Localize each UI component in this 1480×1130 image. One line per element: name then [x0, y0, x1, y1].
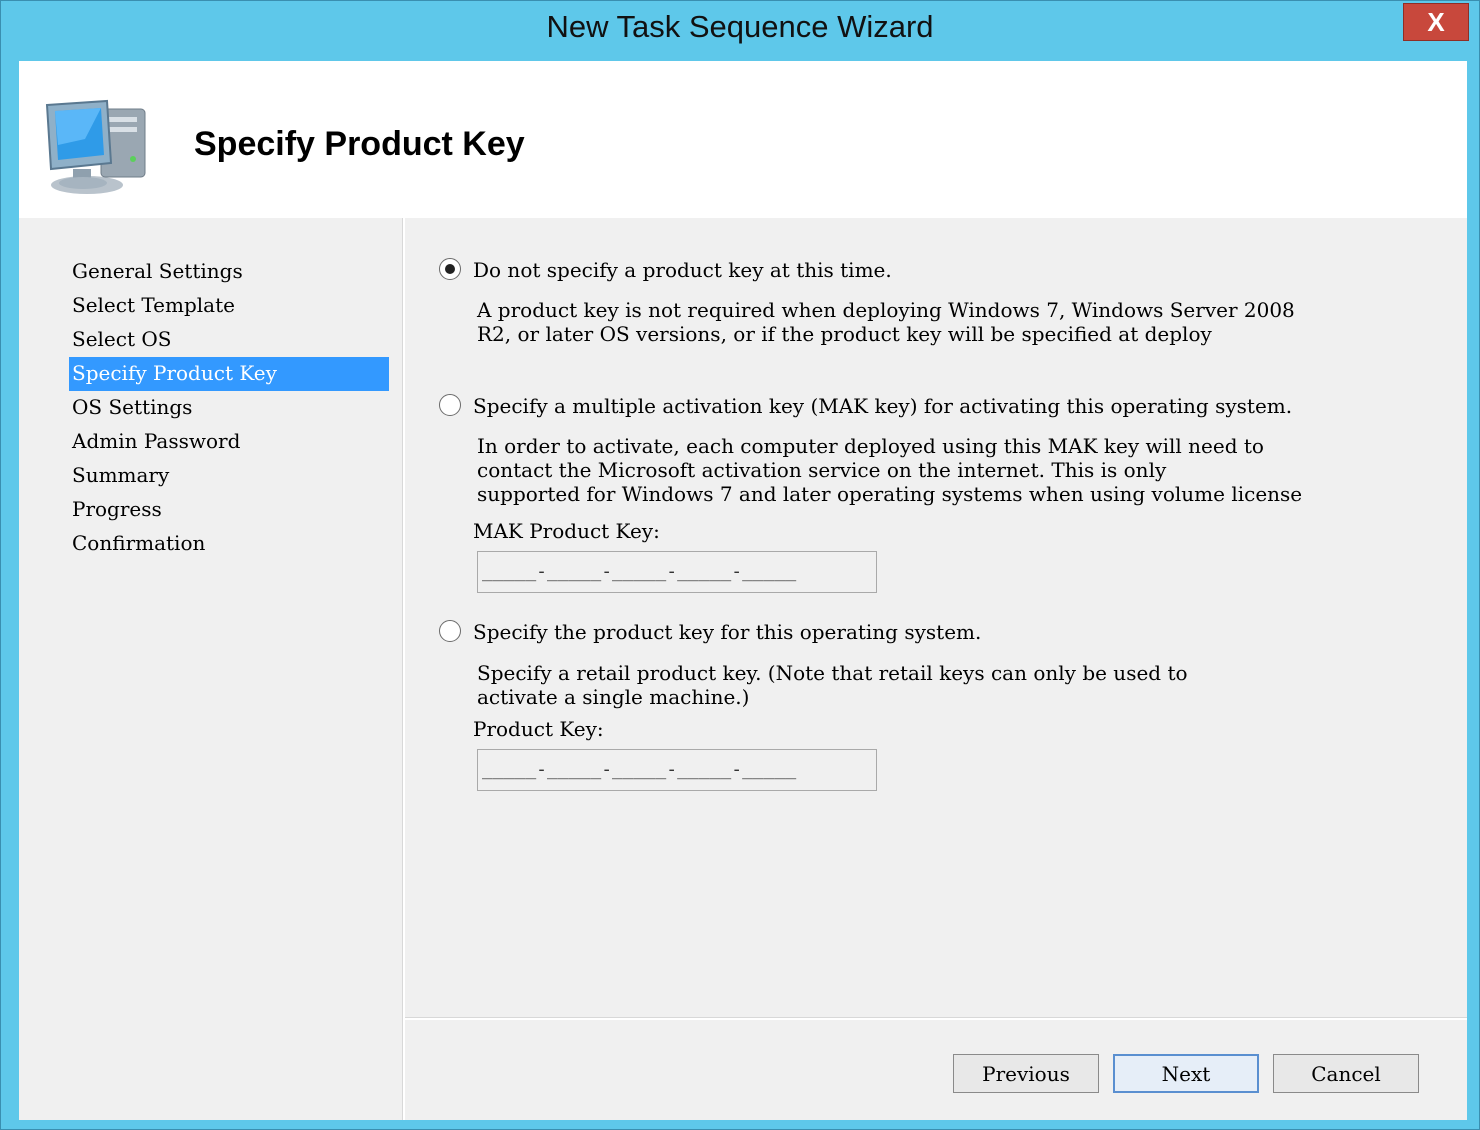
wizard-client-area: Specify Product Key General Settings Sel… — [19, 61, 1467, 1120]
radio-mak-key[interactable] — [439, 394, 461, 416]
retail-desc-line: Specify a retail product key. (Note that… — [477, 661, 1188, 685]
page-title: Specify Product Key — [194, 125, 525, 163]
footer-divider — [405, 1017, 1467, 1020]
previous-button[interactable]: Previous — [953, 1054, 1099, 1093]
wizard-window: New Task Sequence Wizard X Specify Produ… — [0, 0, 1480, 1130]
window-title: New Task Sequence Wizard — [546, 9, 934, 44]
mak-key-input[interactable]: _____-_____-_____-_____-_____ — [477, 551, 877, 593]
close-button[interactable]: X — [1403, 3, 1469, 41]
no-key-description: A product key is not required when deplo… — [477, 298, 1295, 346]
step-select-template[interactable]: Select Template — [69, 289, 389, 323]
retail-description: Specify a retail product key. (Note that… — [477, 661, 1188, 709]
close-icon: X — [1427, 6, 1445, 37]
mak-description: In order to activate, each computer depl… — [477, 434, 1302, 506]
radio-mak-key-label[interactable]: Specify a multiple activation key (MAK k… — [473, 394, 1292, 418]
wizard-header: Specify Product Key — [19, 61, 1467, 218]
radio-retail-key-label[interactable]: Specify the product key for this operati… — [473, 620, 981, 644]
mak-desc-line: supported for Windows 7 and later operat… — [477, 482, 1303, 506]
cancel-button[interactable]: Cancel — [1273, 1054, 1419, 1093]
step-summary[interactable]: Summary — [69, 459, 389, 493]
mak-key-label: MAK Product Key: — [473, 519, 660, 543]
retail-key-label: Product Key: — [473, 717, 604, 741]
retail-key-input[interactable]: _____-_____-_____-_____-_____ — [477, 749, 877, 791]
step-general-settings[interactable]: General Settings — [69, 255, 389, 289]
step-os-settings[interactable]: OS Settings — [69, 391, 389, 425]
radio-no-key-label[interactable]: Do not specify a product key at this tim… — [473, 258, 892, 282]
wizard-content: Do not specify a product key at this tim… — [405, 218, 1467, 1018]
mak-desc-line: contact the Microsoft activation service… — [477, 458, 1167, 482]
step-confirmation[interactable]: Confirmation — [69, 527, 389, 561]
step-admin-password[interactable]: Admin Password — [69, 425, 389, 459]
step-select-os[interactable]: Select OS — [69, 323, 389, 357]
no-key-desc-line: A product key is not required when deplo… — [477, 298, 1295, 322]
wizard-step-list: General Settings Select Template Select … — [19, 218, 402, 1120]
title-bar[interactable]: New Task Sequence Wizard X — [1, 1, 1479, 59]
radio-retail-key[interactable] — [439, 620, 461, 642]
radio-no-key[interactable] — [439, 258, 461, 280]
no-key-desc-line: R2, or later OS versions, or if the prod… — [477, 322, 1212, 346]
mak-desc-line: In order to activate, each computer depl… — [477, 434, 1264, 458]
step-specify-product-key[interactable]: Specify Product Key — [69, 357, 389, 391]
next-button[interactable]: Next — [1113, 1054, 1259, 1093]
retail-desc-line: activate a single machine.) — [477, 685, 750, 709]
step-progress[interactable]: Progress — [69, 493, 389, 527]
computer-icon — [45, 99, 146, 194]
